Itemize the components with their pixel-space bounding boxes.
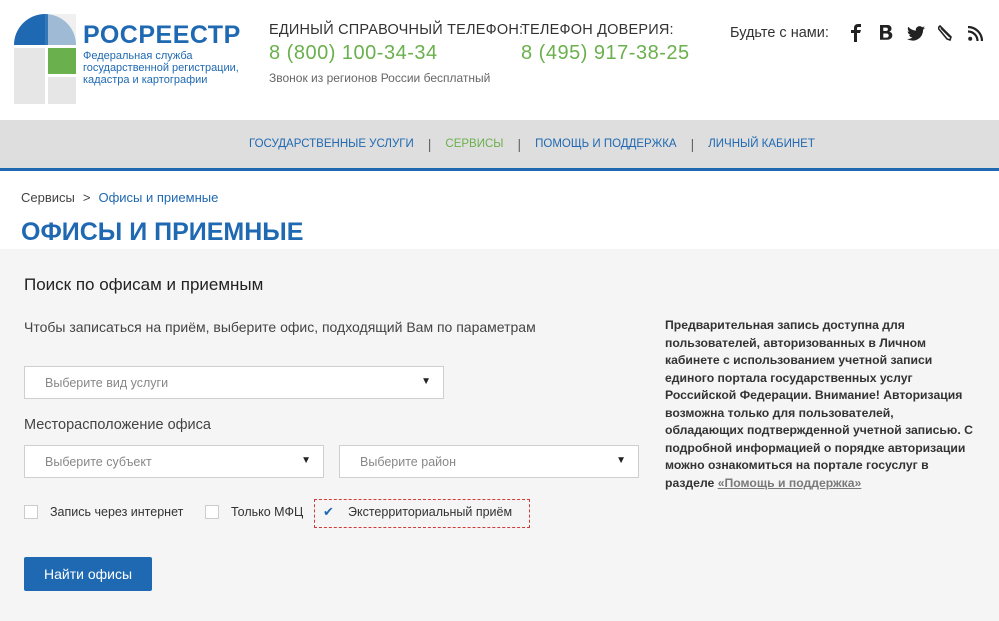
breadcrumb-separator: > — [82, 190, 91, 205]
hotline-note: Звонок из регионов России бесплатный — [269, 71, 491, 85]
service-type-select[interactable]: Выберите вид услуги ▼ — [24, 366, 444, 399]
trust-phone-number[interactable]: 8 (495) 917-38-25 — [521, 42, 690, 65]
brand-name: РОСРЕЕСТР — [83, 21, 241, 49]
nav-item-personal-account[interactable]: ЛИЧНЫЙ КАБИНЕТ — [708, 138, 815, 150]
subject-select[interactable]: Выберите субъект ▼ — [24, 445, 324, 478]
site-header: РОСРЕЕСТР Федеральная служба государстве… — [0, 0, 999, 120]
social-links: Будьте с нами: — [730, 22, 987, 44]
nav-separator: | — [517, 136, 522, 152]
checkbox-label: Запись через интернет — [50, 505, 184, 519]
main-nav: ГОСУДАРСТВЕННЫЕ УСЛУГИ | СЕРВИСЫ | ПОМОЩ… — [0, 120, 999, 171]
internet-booking-checkbox[interactable]: Запись через интернет — [24, 505, 183, 519]
district-placeholder: Выберите район — [360, 455, 456, 469]
checkbox-box[interactable] — [205, 505, 219, 519]
hotline-number[interactable]: 8 (800) 100-34-34 — [269, 42, 523, 65]
twitter-icon[interactable] — [905, 22, 927, 44]
help-link[interactable]: «Помощь и поддержка» — [718, 476, 862, 490]
mfc-only-checkbox[interactable]: Только МФЦ — [205, 505, 303, 519]
checkbox-label: Экстерриториальный приём — [348, 505, 513, 519]
nav-item-government-services[interactable]: ГОСУДАРСТВЕННЫЕ УСЛУГИ — [249, 138, 414, 150]
info-text: Предварительная запись доступна для поль… — [665, 318, 973, 490]
nav-separator: | — [690, 136, 695, 152]
location-label: Месторасположение офиса — [24, 417, 211, 433]
dropdown-arrow-icon: ▼ — [421, 376, 431, 387]
trust-phone-block: ТЕЛЕФОН ДОВЕРИЯ: 8 (495) 917-38-25 — [521, 22, 690, 65]
page-title: ОФИСЫ И ПРИЕМНЫЕ — [21, 218, 304, 246]
hotline-caption: ЕДИНЫЙ СПРАВОЧНЫЙ ТЕЛЕФОН: — [269, 22, 524, 38]
rss-icon[interactable] — [965, 22, 987, 44]
rosreestr-logo-icon[interactable] — [14, 14, 76, 104]
dropdown-arrow-icon: ▼ — [616, 455, 626, 466]
dropdown-arrow-icon: ▼ — [301, 455, 311, 466]
search-panel: Поиск по офисам и приемным Чтобы записат… — [0, 249, 999, 621]
extraterritorial-checkbox[interactable]: ✔ Экстерриториальный приём — [322, 505, 512, 519]
checkbox-box[interactable] — [24, 505, 38, 519]
checkbox-label: Только МФЦ — [231, 505, 304, 519]
breadcrumb-root[interactable]: Сервисы — [21, 190, 75, 205]
brand-block[interactable]: РОСРЕЕСТР Федеральная служба государстве… — [83, 22, 243, 86]
find-offices-button[interactable]: Найти офисы — [24, 557, 152, 591]
nav-item-services[interactable]: СЕРВИСЫ — [445, 138, 503, 150]
info-notice: Предварительная запись доступна для поль… — [665, 317, 975, 492]
nav-separator: | — [427, 136, 432, 152]
search-title: Поиск по офисам и приемным — [24, 275, 264, 294]
hotline-phone-block: ЕДИНЫЙ СПРАВОЧНЫЙ ТЕЛЕФОН: 8 (800) 100-3… — [269, 22, 523, 85]
breadcrumb: Сервисы > Офисы и приемные — [21, 190, 218, 205]
facebook-icon[interactable] — [845, 22, 867, 44]
search-hint: Чтобы записаться на приём, выберите офис… — [24, 319, 536, 335]
livejournal-icon[interactable] — [935, 22, 957, 44]
nav-item-help[interactable]: ПОМОЩЬ И ПОДДЕРЖКА — [535, 138, 676, 150]
brand-subtitle: Федеральная служба государственной регис… — [83, 50, 239, 86]
trust-phone-caption: ТЕЛЕФОН ДОВЕРИЯ: — [521, 22, 674, 38]
checkmark-icon[interactable]: ✔ — [322, 505, 336, 519]
breadcrumb-current[interactable]: Офисы и приемные — [98, 190, 218, 205]
vkontakte-icon[interactable] — [875, 22, 897, 44]
social-label: Будьте с нами: — [730, 25, 829, 41]
service-type-placeholder: Выберите вид услуги — [45, 376, 169, 390]
subject-placeholder: Выберите субъект — [45, 455, 152, 469]
district-select[interactable]: Выберите район ▼ — [339, 445, 639, 478]
nav-items: ГОСУДАРСТВЕННЫЕ УСЛУГИ | СЕРВИСЫ | ПОМОЩ… — [249, 136, 815, 152]
